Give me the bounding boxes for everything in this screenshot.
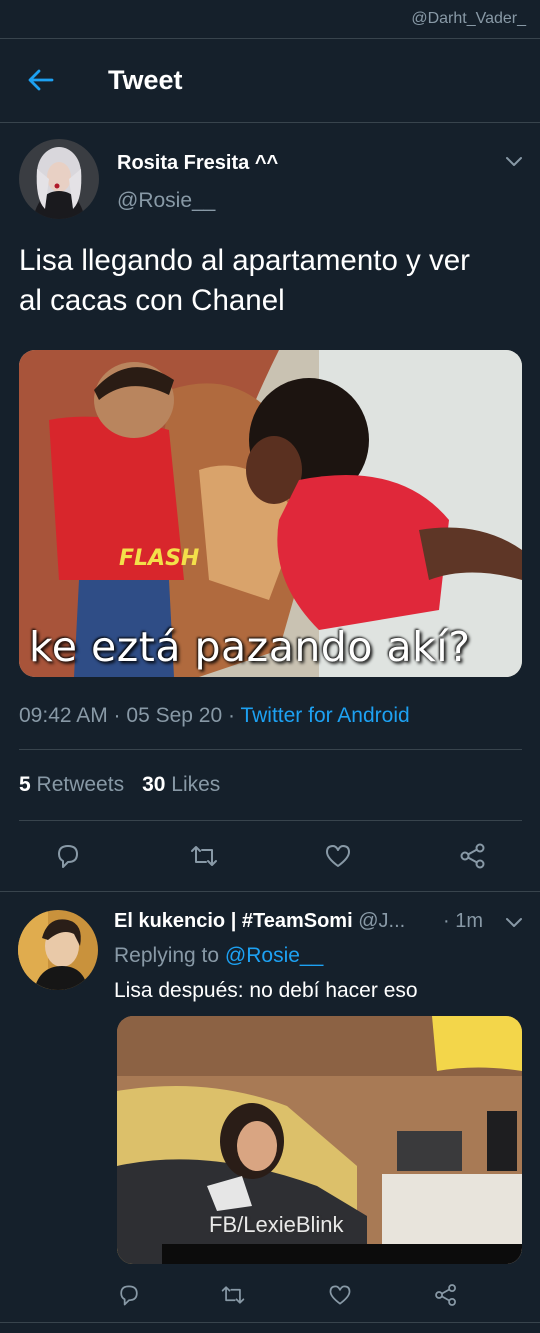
back-arrow-icon[interactable] xyxy=(26,65,56,95)
likes-stat[interactable]: 30 Likes xyxy=(142,773,220,796)
tweet-separator xyxy=(0,1322,540,1323)
reply-icon[interactable] xyxy=(116,1282,142,1308)
author-handle[interactable]: @Rosie__ xyxy=(117,189,215,213)
tweet-image[interactable]: FLASH ke eztá pazando akí? xyxy=(19,350,522,677)
chevron-down-icon[interactable] xyxy=(504,151,524,171)
tweet-time: 09:42 AM · 05 Sep 20 · xyxy=(19,704,241,727)
tweet-actions xyxy=(0,838,540,878)
reply-author-avatar[interactable] xyxy=(18,910,98,990)
retweets-stat[interactable]: 5 Retweets xyxy=(19,773,124,796)
author-avatar[interactable] xyxy=(19,139,99,219)
chevron-down-icon[interactable] xyxy=(504,912,524,932)
divider xyxy=(19,820,522,821)
tweet-stats: 5 Retweets 30 Likes xyxy=(19,773,220,797)
reply-author-handle[interactable]: @J... xyxy=(358,910,405,932)
author-name[interactable]: Rosita Fresita ^^ xyxy=(117,152,278,175)
reply-timestamp: · 1m xyxy=(443,910,483,932)
reply-text: Lisa después: no debí hacer eso xyxy=(114,979,418,1002)
reply-actions xyxy=(0,1278,540,1312)
share-icon[interactable] xyxy=(433,1282,459,1308)
likes-label: Likes xyxy=(171,773,221,796)
reply-image[interactable]: FB/LexieBlink xyxy=(117,1016,522,1264)
top-bar: Tweet xyxy=(0,38,540,123)
tweet-separator xyxy=(0,891,540,892)
reply-header: El kukencio | #TeamSomi @J... xyxy=(114,910,405,933)
replying-prefix: Replying to xyxy=(114,944,225,967)
tweet-text: Lisa llegando al apartamento y ver al ca… xyxy=(19,241,529,321)
share-icon[interactable] xyxy=(458,841,488,871)
tweet-text-line: al cacas con Chanel xyxy=(19,284,285,317)
svg-text:FLASH: FLASH xyxy=(119,546,199,571)
reply-icon[interactable] xyxy=(53,841,83,871)
retweet-icon[interactable] xyxy=(189,841,219,871)
screenshot-watermark: @Darht_Vader_ xyxy=(411,10,526,27)
likes-count: 30 xyxy=(142,773,166,796)
like-icon[interactable] xyxy=(327,1282,353,1308)
tweet-source-link[interactable]: Twitter for Android xyxy=(240,704,409,727)
image-watermark: FB/LexieBlink xyxy=(209,1212,344,1237)
meme-caption: ke eztá pazando akí? xyxy=(29,623,471,671)
replying-handle-link[interactable]: @Rosie__ xyxy=(225,944,323,967)
retweet-icon[interactable] xyxy=(220,1282,246,1308)
like-icon[interactable] xyxy=(323,841,353,871)
retweets-count: 5 xyxy=(19,773,31,796)
page-title: Tweet xyxy=(108,65,183,95)
divider xyxy=(19,749,522,750)
tweet-text-line: Lisa llegando al apartamento y ver xyxy=(19,244,470,277)
reply-author-name[interactable]: El kukencio | #TeamSomi xyxy=(114,910,353,932)
tweet-timestamp: 09:42 AM · 05 Sep 20 · Twitter for Andro… xyxy=(19,704,410,728)
replying-to: Replying to @Rosie__ xyxy=(114,944,323,968)
retweets-label: Retweets xyxy=(36,773,125,796)
